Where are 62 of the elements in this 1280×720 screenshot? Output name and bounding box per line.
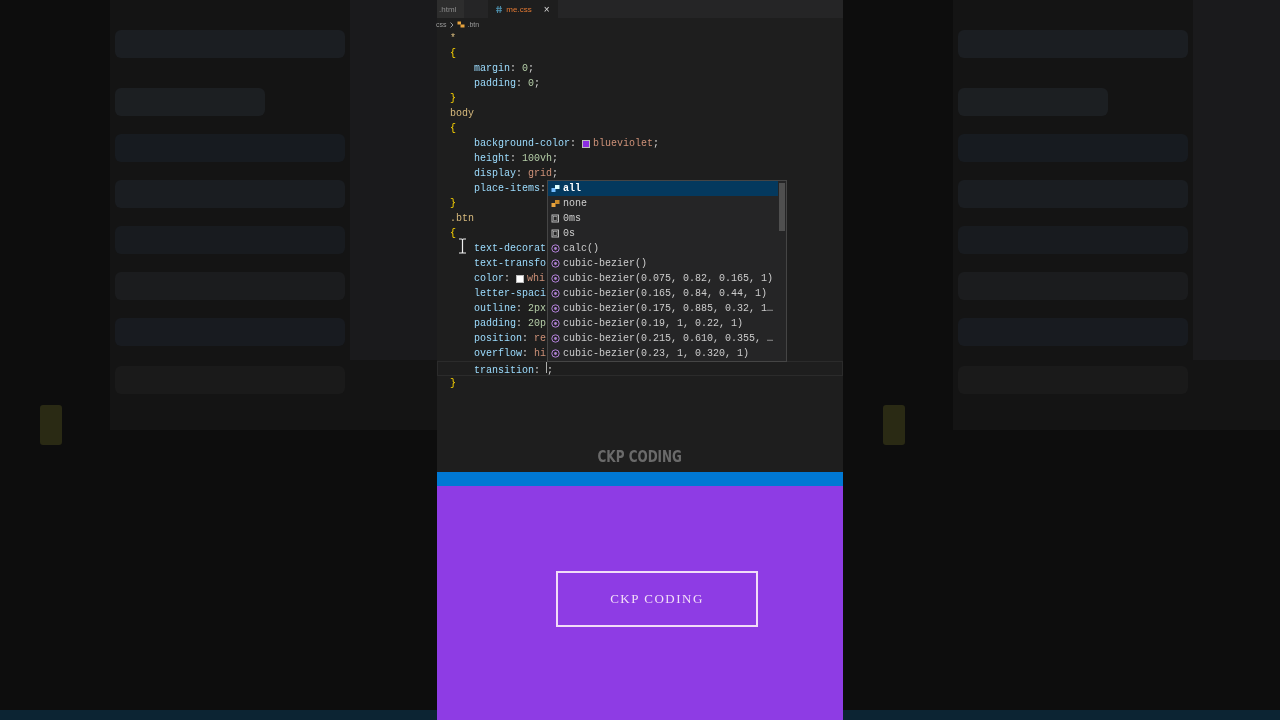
color-swatch-icon[interactable]	[516, 274, 525, 283]
editor-tab[interactable]: .html	[437, 0, 465, 18]
code-text: height: 100vh;	[474, 153, 559, 164]
code-text: position: re	[474, 333, 547, 344]
code-text: }	[450, 93, 456, 104]
circle-icon	[551, 319, 560, 328]
code-text: text-decorat	[474, 243, 546, 254]
suggestion-item[interactable]: cubic-bezier(0.23, 1, 0.320, 1)	[548, 346, 778, 361]
circle-icon	[551, 334, 560, 343]
scrollbar-thumb[interactable]	[779, 183, 785, 231]
circle-icon	[551, 304, 560, 313]
code-text: blueviolet;	[593, 138, 660, 149]
css-file-icon	[496, 5, 503, 13]
code-text: margin: 0;	[474, 63, 535, 74]
code-text: }	[450, 198, 456, 209]
code-text: whi	[527, 273, 546, 284]
suggestion-item[interactable]: cubic-bezier(0.075, 0.82, 0.165, 1)	[548, 271, 778, 286]
suggestion-item[interactable]: 0ms	[548, 211, 778, 226]
code-text: padding: 0;	[474, 78, 541, 89]
symbol-icon	[456, 21, 465, 28]
code-text: place-items:	[474, 183, 547, 194]
text-cursor-icon	[458, 238, 467, 254]
code-text: *	[450, 33, 456, 44]
color-swatch-icon[interactable]	[582, 139, 591, 148]
suggestion-item[interactable]: cubic-bezier(0.175, 0.885, 0.32, 1…	[548, 301, 778, 316]
code-text: {	[450, 123, 456, 134]
suggestion-item[interactable]: cubic-bezier()	[548, 256, 778, 271]
code-text: .btn	[450, 213, 474, 224]
editor-tab[interactable]: me.css ×	[488, 0, 558, 18]
code-text: text-transfo	[474, 258, 546, 269]
circle-icon	[551, 289, 560, 298]
close-icon[interactable]: ×	[543, 3, 550, 15]
code-text: letter-spaci	[474, 288, 546, 299]
code-text: transition: ;	[474, 361, 554, 376]
code-text: {	[450, 48, 456, 59]
code-text: {	[450, 228, 456, 239]
code-text: outline: 2px	[474, 303, 547, 314]
code-text: display: grid;	[474, 168, 559, 179]
suggestion-item[interactable]: cubic-bezier(0.165, 0.84, 0.44, 1)	[548, 286, 778, 301]
chevron-icon	[449, 21, 454, 28]
preview-button[interactable]: CKP CODING	[556, 571, 758, 627]
suggestion-item[interactable]: calc()	[548, 241, 778, 256]
code-text: }	[450, 378, 456, 389]
suggestion-item[interactable]: 0s	[548, 226, 778, 241]
circle-icon	[551, 274, 560, 283]
circle-icon	[551, 259, 560, 268]
code-text: padding: 20p	[474, 318, 547, 329]
code-text: background-color:	[474, 138, 578, 149]
square-icon	[551, 214, 560, 223]
circle-icon	[551, 349, 560, 358]
blocks-icon	[551, 184, 560, 193]
channel-caption: CKP CODING	[597, 448, 683, 466]
code-text: body	[450, 108, 474, 119]
circle-icon	[551, 244, 560, 253]
blocks-icon	[551, 199, 560, 208]
suggestion-item[interactable]: none	[548, 196, 778, 211]
square-icon	[551, 229, 560, 238]
code-text: overflow: hi	[474, 348, 547, 359]
suggestion-item[interactable]: all	[548, 181, 778, 196]
suggestion-item[interactable]: cubic-bezier(0.19, 1, 0.22, 1)	[548, 316, 778, 331]
code-text: color:	[474, 273, 512, 284]
suggestion-item[interactable]: cubic-bezier(0.215, 0.610, 0.355, …	[548, 331, 778, 346]
